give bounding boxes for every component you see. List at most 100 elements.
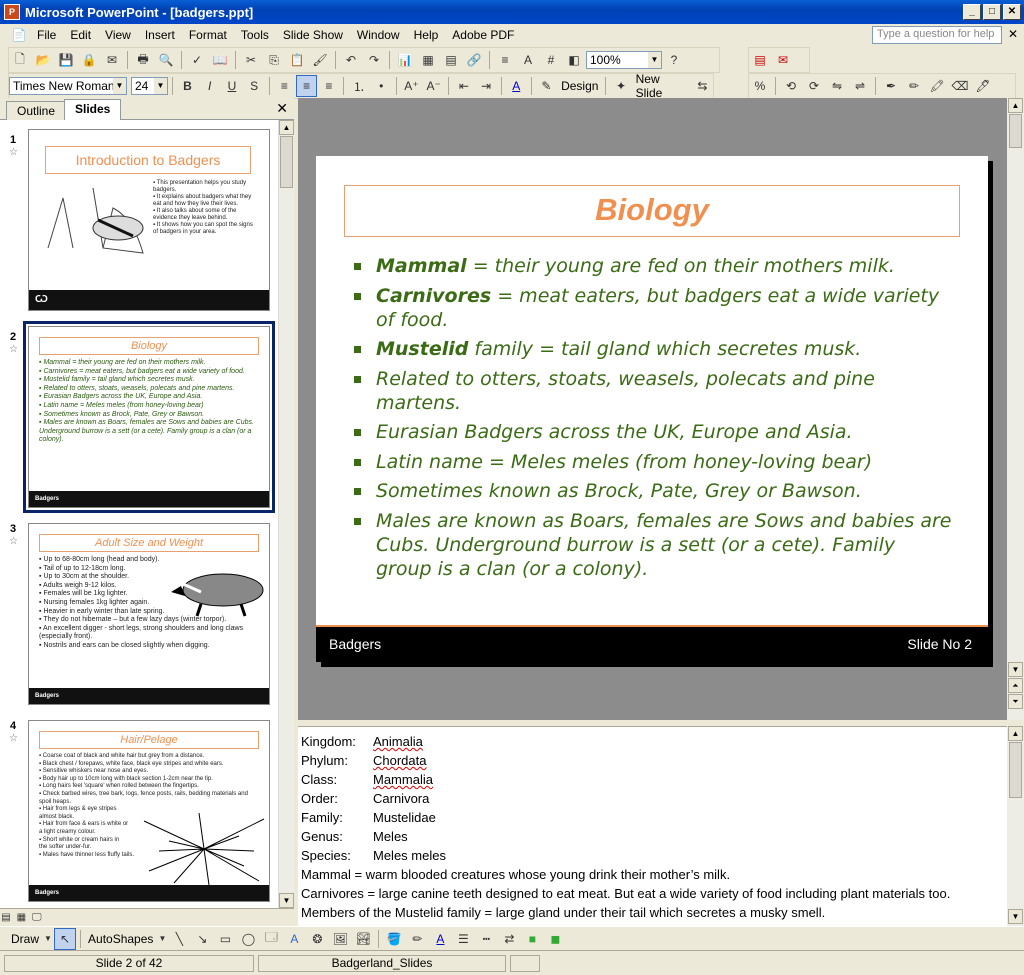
research-icon[interactable]: 📖 [209,49,231,71]
chevron-down-icon[interactable]: ▼ [43,928,53,950]
line-color-icon[interactable]: ✏ [406,928,428,950]
3d-style-icon[interactable]: ◼ [544,928,566,950]
insert-table-icon[interactable]: ▦ [417,49,439,71]
wordart-icon[interactable]: A [283,928,305,950]
decrease-indent-icon[interactable]: ⇤ [453,75,474,97]
notes-pane[interactable]: Kingdom: Animalia Phylum: Chordata Class: M… [298,726,1007,926]
insert-chart-icon[interactable]: 📊 [394,49,416,71]
design-button[interactable]: Design [558,79,601,93]
zoom-select[interactable]: 100% ▼ [586,51,662,69]
rotate-left-icon[interactable]: ⟲ [780,75,802,97]
new-icon[interactable]: 🗋 [9,49,31,71]
align-center-icon[interactable]: ≡ [295,75,318,97]
font-size-select[interactable]: 24 ▼ [130,77,168,95]
highlighter-icon[interactable]: 🖍 [926,75,948,97]
notes-scrollbar[interactable]: ▲ ▼ [1007,726,1024,926]
slide-bullet-list[interactable]: Mammal = their young are fed on their mo… [352,254,952,586]
bullets-icon[interactable]: • [371,75,392,97]
textbox-icon[interactable]: 🗔 [260,928,282,950]
previous-slide-icon[interactable]: ⏶ [1008,678,1023,693]
clip-art-icon[interactable]: 🖼 [329,928,351,950]
next-slide-icon[interactable]: ⏷ [1008,694,1023,709]
insert-hyperlink-icon[interactable]: 🔗 [463,49,485,71]
print-preview-icon[interactable]: 🔍 [155,49,177,71]
normal-view-icon[interactable]: ▤ [0,911,12,925]
increase-font-icon[interactable]: A⁺ [401,75,422,97]
bold-icon[interactable]: B [177,75,198,97]
open-icon[interactable]: 📂 [32,49,54,71]
line-style-icon[interactable]: ☰ [452,928,474,950]
numbering-icon[interactable]: ⒈ [348,75,369,97]
close-button[interactable]: ✕ [1003,4,1021,20]
permission-icon[interactable]: 🔒 [78,49,100,71]
ink-color-icon[interactable]: 🖊 [972,75,994,97]
align-right-icon[interactable]: ≡ [318,75,339,97]
scroll-down-icon[interactable]: ▼ [1008,909,1023,924]
slide-thumbnail-3[interactable]: Adult Size and Weight Up to 68-80cm long… [28,523,270,705]
save-icon[interactable]: 💾 [55,49,77,71]
chevron-down-icon[interactable]: ▼ [648,52,661,68]
spelling-icon[interactable]: ✓ [186,49,208,71]
slide-thumbnail-4[interactable]: Hair/Pelage Coarse coat of black and whi… [28,720,270,902]
dash-style-icon[interactable]: ┅ [475,928,497,950]
autoshapes-menu-button[interactable]: AutoShapes [85,932,156,946]
copy-icon[interactable]: ⎘ [263,49,285,71]
expand-all-icon[interactable]: ≡ [494,49,516,71]
format-painter-icon[interactable]: 🖌 [309,49,331,71]
chevron-down-icon[interactable]: ▼ [157,928,167,950]
print-icon[interactable]: 🖶 [132,49,154,71]
chevron-down-icon[interactable]: ▼ [153,78,167,94]
menu-insert[interactable]: Insert [138,25,182,45]
tab-slides[interactable]: Slides [64,99,122,121]
undo-icon[interactable]: ↶ [340,49,362,71]
picture-icon[interactable]: 🏞 [352,928,374,950]
menu-format[interactable]: Format [182,25,234,45]
convert-pdf-icon[interactable]: ▤ [749,49,771,71]
show-formatting-icon[interactable]: A [517,49,539,71]
thumbnails-scrollbar[interactable]: ▲ ▼ [278,120,294,908]
flip-horizontal-icon[interactable]: ⇋ [826,75,848,97]
design-icon[interactable]: ✎ [536,75,557,97]
menu-slide-show[interactable]: Slide Show [276,25,350,45]
help-icon[interactable]: ? [663,49,685,71]
fill-color-icon[interactable]: 🪣 [383,928,405,950]
decrease-font-icon[interactable]: A⁻ [423,75,444,97]
chevron-down-icon[interactable]: ▼ [112,78,126,94]
scroll-down-icon[interactable]: ▼ [279,893,294,908]
scroll-up-icon[interactable]: ▲ [1008,98,1023,113]
paste-icon[interactable]: 📋 [286,49,308,71]
slide-thumbnail-1[interactable]: Introduction to Badgers This presentatio… [28,129,270,311]
italic-icon[interactable]: I [199,75,220,97]
menu-file[interactable]: File [30,25,63,45]
draw-menu-button[interactable]: Draw [8,932,42,946]
scroll-up-icon[interactable]: ▲ [1008,726,1023,741]
font-color-icon[interactable]: A [429,928,451,950]
minimize-button[interactable]: _ [963,4,981,20]
scroll-down-icon[interactable]: ▼ [1008,662,1023,677]
close-icon[interactable]: ✕ [276,100,288,117]
slideshow-icon[interactable]: 🖵 [31,911,43,925]
slide-title[interactable]: Biology [344,185,960,237]
cut-icon[interactable]: ✂ [240,49,262,71]
menu-tools[interactable]: Tools [234,25,276,45]
percent-icon[interactable]: % [749,75,771,97]
maximize-button[interactable]: □ [983,4,1001,20]
menu-adobe-pdf[interactable]: Adobe PDF [445,25,521,45]
tables-borders-icon[interactable]: ▤ [440,49,462,71]
scroll-thumb[interactable] [280,136,293,188]
shadow-style-icon[interactable]: ■ [521,928,543,950]
menu-window[interactable]: Window [350,25,407,45]
line-icon[interactable]: ╲ [168,928,190,950]
show-grid-icon[interactable]: # [540,49,562,71]
email-icon[interactable]: ✉ [101,49,123,71]
flip-vertical-icon[interactable]: ⇌ [849,75,871,97]
powerpoint-icon[interactable]: P [4,4,20,20]
rectangle-icon[interactable]: ▭ [214,928,236,950]
underline-icon[interactable]: U [221,75,242,97]
slide-transition-icon[interactable]: ⇆ [692,75,713,97]
arrow-icon[interactable]: ↘ [191,928,213,950]
rotate-right-icon[interactable]: ⟳ [803,75,825,97]
slide-sorter-icon[interactable]: ▦ [15,911,27,925]
scroll-thumb[interactable] [1009,742,1022,798]
pdf-email-icon[interactable]: ✉ [772,49,794,71]
